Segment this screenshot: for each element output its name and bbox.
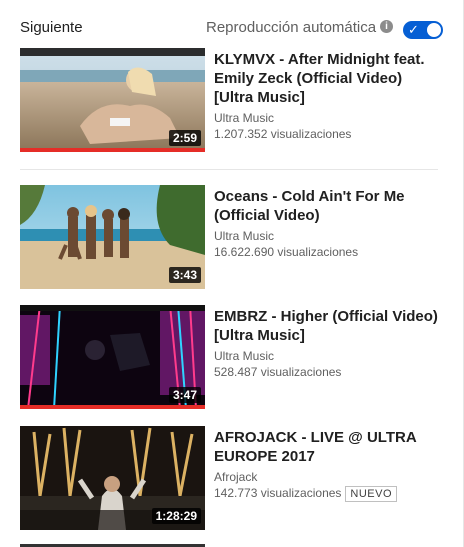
new-badge: NUEVO [345, 486, 398, 502]
toggle-knob [426, 22, 442, 38]
watched-progress-bar [20, 405, 205, 409]
duration-badge: 3:47 [168, 387, 201, 403]
duration-badge: 3:43 [168, 267, 201, 283]
info-icon[interactable]: i [380, 20, 393, 33]
autoplay-label: Reproducción automática [206, 19, 377, 36]
video-title[interactable]: KLYMVX - After Midnight feat. Emily Zeck… [214, 50, 440, 107]
view-count: 142.773 visualizaciones NUEVO [214, 485, 440, 502]
video-meta: AFROJACK - LIVE @ ULTRA EUROPE 2017 Afro… [214, 428, 440, 502]
video-meta: Oceans - Cold Ain't For Me (Official Vid… [214, 187, 440, 260]
autoplay-toggle[interactable]: ✓ [403, 21, 443, 39]
video-title[interactable]: AFROJACK - LIVE @ ULTRA EUROPE 2017 [214, 428, 440, 466]
watched-progress-bar [20, 148, 205, 152]
video-thumbnail[interactable]: 3:43 [20, 185, 205, 289]
video-item[interactable]: 3:47 EMBRZ - Higher (Official Video) [Ul… [20, 305, 440, 411]
channel-name[interactable]: Ultra Music [214, 228, 440, 244]
view-count: 1.207.352 visualizaciones [214, 127, 352, 141]
duration-badge: 2:59 [168, 130, 201, 146]
view-count-text: 142.773 visualizaciones [214, 486, 342, 500]
video-item[interactable]: 3:43 Oceans - Cold Ain't For Me (Officia… [20, 185, 440, 291]
video-meta: KLYMVX - After Midnight feat. Emily Zeck… [214, 50, 440, 142]
video-title[interactable]: Oceans - Cold Ain't For Me (Official Vid… [214, 187, 440, 225]
video-title[interactable]: EMBRZ - Higher (Official Video) [Ultra M… [214, 307, 440, 345]
video-thumbnail[interactable]: 2:59 [20, 48, 205, 152]
channel-name[interactable]: Afrojack [214, 469, 440, 485]
video-thumbnail[interactable]: 3:47 [20, 305, 205, 409]
channel-name[interactable]: Ultra Music [214, 110, 440, 126]
video-meta: EMBRZ - Higher (Official Video) [Ultra M… [214, 307, 440, 380]
video-item[interactable]: 2:59 KLYMVX - After Midnight feat. Emily… [20, 48, 440, 154]
up-next-title: Siguiente [20, 19, 83, 36]
check-icon: ✓ [408, 22, 419, 37]
view-count: 16.622.690 visualizaciones [214, 245, 359, 259]
duration-badge: 1:28:29 [151, 508, 201, 524]
section-divider [20, 169, 438, 170]
view-count: 528.487 visualizaciones [214, 365, 342, 379]
channel-name[interactable]: Ultra Music [214, 348, 440, 364]
video-item[interactable]: 1:28:29 AFROJACK - LIVE @ ULTRA EUROPE 2… [20, 426, 440, 532]
video-thumbnail[interactable]: 1:28:29 [20, 426, 205, 530]
